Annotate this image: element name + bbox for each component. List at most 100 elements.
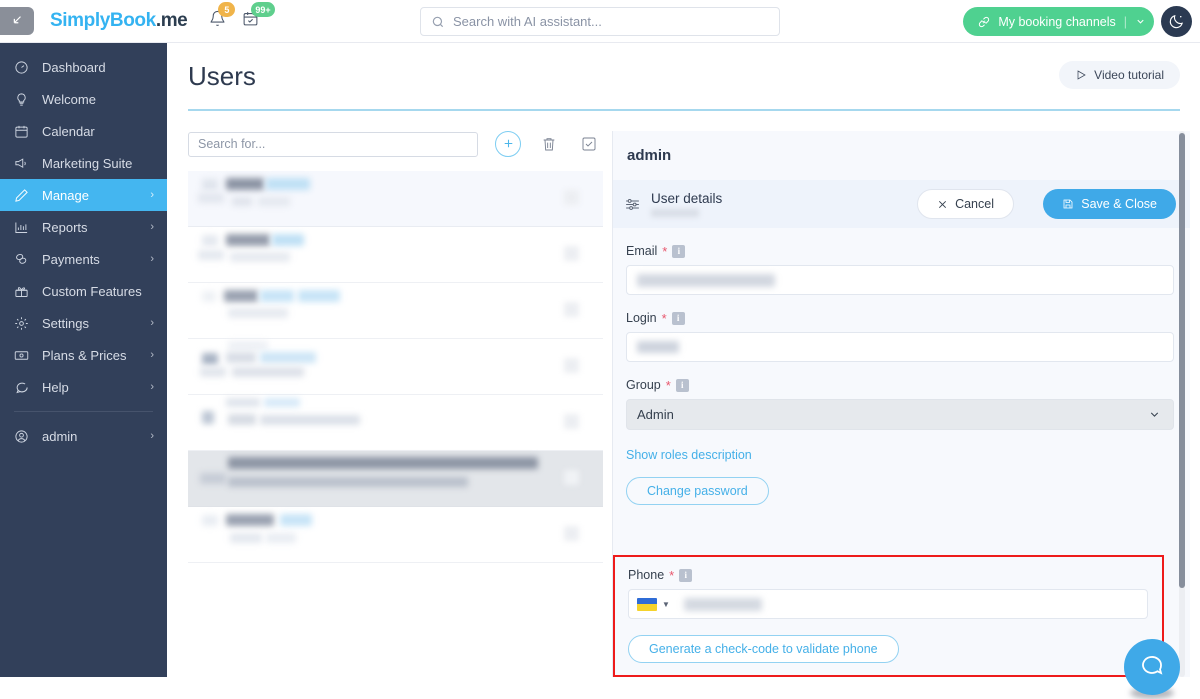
group-label: Group: [626, 378, 661, 392]
sidebar-item-label: Settings: [42, 315, 89, 331]
pencil-icon: [14, 188, 34, 203]
detail-section-subtitle-redacted: [651, 209, 699, 217]
sidebar-item-custom-features[interactable]: Custom Features: [0, 275, 167, 307]
sidebar-item-reports[interactable]: Reports ›: [0, 211, 167, 243]
chat-bubble-icon: [1142, 656, 1163, 675]
sidebar-item-marketing-suite[interactable]: Marketing Suite: [0, 147, 167, 179]
megaphone-icon: [14, 156, 34, 171]
row-checkbox[interactable]: [564, 470, 579, 485]
show-roles-description-link[interactable]: Show roles description: [626, 448, 752, 462]
user-circle-icon: [14, 429, 34, 444]
top-bar: SimplyBook.me 5 99+ My booking channels …: [0, 0, 1200, 43]
plus-circle-icon: [504, 139, 512, 147]
row-checkbox[interactable]: [564, 246, 579, 261]
sidebar-item-account[interactable]: admin ›: [0, 420, 167, 452]
table-row[interactable]: [188, 171, 603, 227]
required-asterisk: *: [665, 377, 671, 393]
sidebar-item-label: Custom Features: [42, 283, 142, 299]
sidebar-item-label: Manage: [42, 187, 89, 203]
info-icon[interactable]: i: [672, 244, 686, 258]
link-icon: [979, 16, 990, 27]
info-icon[interactable]: i: [679, 568, 693, 582]
email-label: Email: [626, 244, 658, 258]
login-input[interactable]: [626, 332, 1174, 362]
brand-logo[interactable]: SimplyBook.me: [50, 10, 188, 32]
row-checkbox[interactable]: [564, 358, 579, 373]
sidebar-item-label: Calendar: [42, 123, 95, 139]
table-row[interactable]: [188, 507, 603, 563]
phone-label: Phone: [628, 568, 665, 582]
gear-icon: [14, 316, 34, 331]
search-input[interactable]: [453, 14, 769, 29]
sidebar-item-manage[interactable]: Manage ›: [0, 179, 167, 211]
required-asterisk: *: [661, 310, 667, 326]
row-checkbox[interactable]: [564, 302, 579, 317]
group-selected-value: Admin: [637, 407, 674, 422]
search-icon: [432, 16, 444, 27]
chat-support-button[interactable]: [1124, 639, 1180, 695]
save-and-close-button[interactable]: Save & Close: [1043, 189, 1176, 219]
chat-icon: [14, 380, 34, 395]
sidebar-item-payments[interactable]: Payments ›: [0, 243, 167, 275]
collapse-sidebar-button[interactable]: [0, 7, 34, 35]
notifications-button[interactable]: 5: [209, 2, 236, 32]
phone-section-highlight: Phone * i ▼ Generate a check-code to val…: [613, 555, 1164, 677]
generate-check-code-button[interactable]: Generate a check-code to validate phone: [628, 635, 899, 663]
sidebar-item-label: Help: [42, 379, 69, 395]
info-icon[interactable]: i: [671, 311, 685, 325]
list-search-input[interactable]: [188, 131, 478, 157]
group-select[interactable]: Admin: [626, 399, 1174, 430]
video-tutorial-button[interactable]: Video tutorial: [1059, 61, 1180, 89]
close-icon: [939, 200, 947, 208]
chevron-down-icon[interactable]: [1135, 16, 1146, 27]
sidebar-item-dashboard[interactable]: Dashboard: [0, 51, 167, 83]
table-row[interactable]: [188, 283, 603, 339]
select-all-button[interactable]: [577, 132, 601, 156]
cancel-button[interactable]: Cancel: [917, 189, 1014, 219]
chevron-right-icon: ›: [150, 253, 154, 265]
phone-field-group: Phone * i ▼ Generate a check-code to val…: [615, 557, 1162, 663]
table-row[interactable]: [188, 451, 603, 507]
save-label: Save & Close: [1081, 197, 1157, 211]
list-toolbar: [188, 131, 603, 157]
banknote-icon: [14, 348, 34, 363]
page-header: Users Video tutorial: [188, 43, 1180, 111]
chevron-right-icon: ›: [150, 189, 154, 201]
add-user-button[interactable]: [495, 131, 521, 157]
table-row[interactable]: [188, 227, 603, 283]
ai-search-box[interactable]: [420, 7, 780, 36]
sidebar-divider: [14, 411, 153, 412]
chevron-right-icon: ›: [150, 430, 154, 442]
group-label-row: Group * i: [626, 378, 1174, 392]
phone-input[interactable]: ▼: [628, 589, 1148, 619]
sidebar-item-settings[interactable]: Settings ›: [0, 307, 167, 339]
sidebar-item-calendar[interactable]: Calendar: [0, 115, 167, 147]
calendar-icon: [14, 124, 34, 139]
detail-scrollbar-thumb[interactable]: [1179, 133, 1185, 588]
sidebar-item-help[interactable]: Help ›: [0, 371, 167, 403]
country-code-selector[interactable]: ▼: [637, 597, 678, 611]
theme-toggle-button[interactable]: [1161, 6, 1192, 37]
checkbox-checked-icon: [582, 137, 596, 151]
divider: |: [1123, 14, 1127, 29]
my-booking-channels-button[interactable]: My booking channels |: [963, 7, 1154, 36]
sidebar-item-plans-prices[interactable]: Plans & Prices ›: [0, 339, 167, 371]
sidebar-item-welcome[interactable]: Welcome: [0, 83, 167, 115]
row-checkbox[interactable]: [564, 414, 579, 429]
table-row[interactable]: [188, 395, 603, 451]
info-icon[interactable]: i: [675, 378, 689, 392]
row-checkbox[interactable]: [564, 526, 579, 541]
login-field-group: Login * i: [626, 311, 1174, 362]
row-checkbox[interactable]: [564, 190, 579, 205]
table-row[interactable]: [188, 339, 603, 395]
login-label-row: Login * i: [626, 311, 1174, 325]
chevron-down-icon: [1150, 412, 1159, 417]
delete-users-button[interactable]: [537, 132, 561, 156]
moon-icon: [1169, 15, 1183, 29]
ukraine-flag-icon: [637, 597, 657, 611]
bookings-button[interactable]: 99+: [242, 2, 275, 32]
chevron-down-icon: ▼: [662, 599, 670, 609]
email-input[interactable]: [626, 265, 1174, 295]
change-password-button[interactable]: Change password: [626, 477, 769, 505]
sidebar-item-label: Payments: [42, 251, 100, 267]
